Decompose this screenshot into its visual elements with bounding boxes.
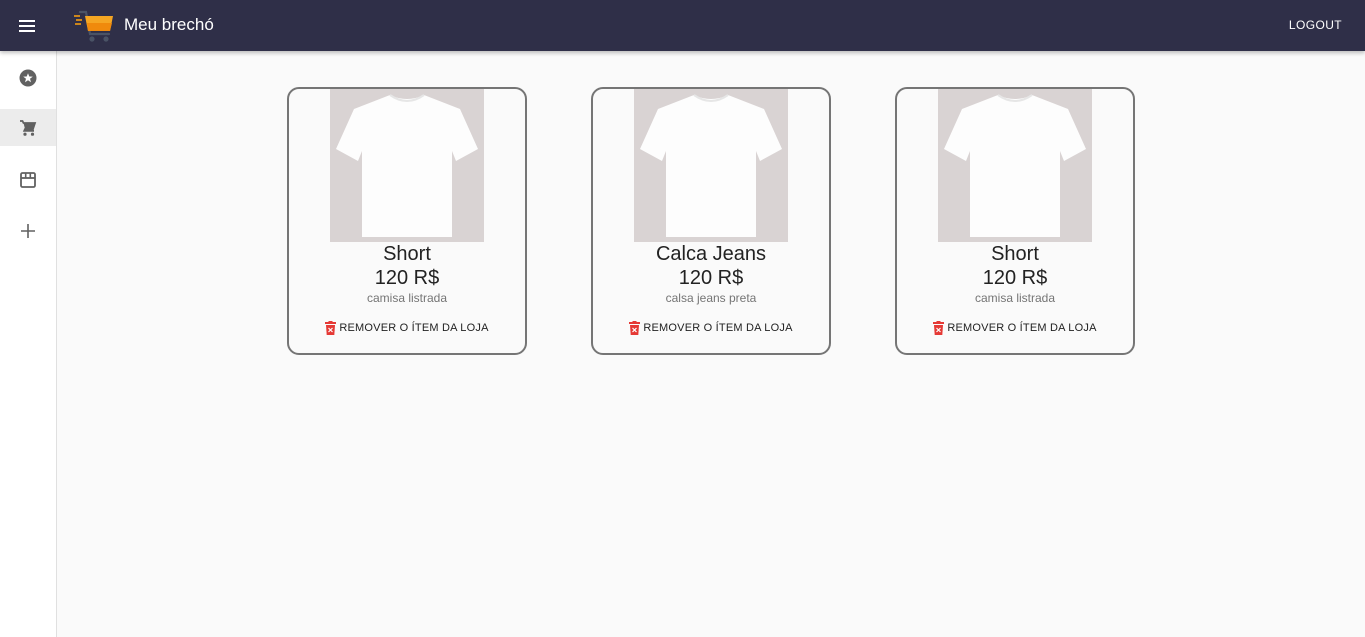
store-icon	[20, 171, 36, 188]
delete-icon	[933, 321, 945, 335]
remove-item-button[interactable]: REMOVER O ÍTEM DA LOJA	[897, 319, 1133, 337]
product-card: Short 120 R$ camisa listrada REMOVER O Í…	[895, 87, 1135, 355]
product-name: Short	[383, 243, 431, 265]
sidebar	[0, 51, 57, 637]
product-price: 120 R$	[678, 267, 744, 289]
remove-item-button[interactable]: REMOVER O ÍTEM DA LOJA	[593, 319, 829, 337]
product-description: camisa listrada	[974, 291, 1056, 305]
product-name: Calca Jeans	[655, 243, 767, 265]
tshirt-image	[944, 94, 1086, 237]
sidebar-item-add[interactable]	[0, 212, 56, 249]
product-description: calsa jeans preta	[665, 291, 757, 305]
remove-item-label: REMOVER O ÍTEM DA LOJA	[643, 322, 793, 334]
sidebar-item-store[interactable]	[0, 161, 56, 198]
delete-icon	[629, 321, 641, 335]
product-card: Short 120 R$ camisa listrada REMOVER O Í…	[287, 87, 527, 355]
product-card: Calca Jeans 120 R$ calsa jeans preta REM…	[591, 87, 831, 355]
product-name: Short	[991, 243, 1039, 265]
star-icon	[19, 69, 37, 86]
app-title: Meu brechó	[124, 15, 214, 34]
product-image	[938, 89, 1092, 242]
app-bar: Meu brechó LOGOUT	[0, 0, 1365, 51]
tshirt-image	[336, 94, 478, 237]
sidebar-item-favorites[interactable]	[0, 59, 56, 96]
menu-icon	[19, 20, 35, 32]
product-image	[634, 89, 788, 242]
menu-button[interactable]	[14, 13, 40, 39]
logout-button[interactable]: LOGOUT	[1289, 18, 1342, 32]
product-image	[330, 89, 484, 242]
plus-icon	[21, 223, 35, 238]
delete-icon	[325, 321, 337, 335]
shopping-cart-logo	[74, 10, 113, 42]
product-description: camisa listrada	[366, 291, 448, 305]
remove-item-button[interactable]: REMOVER O ÍTEM DA LOJA	[289, 319, 525, 337]
remove-item-label: REMOVER O ÍTEM DA LOJA	[947, 322, 1097, 334]
sidebar-item-cart[interactable]	[0, 109, 56, 146]
product-price: 120 R$	[982, 267, 1048, 289]
tshirt-image	[640, 94, 782, 237]
cart-icon	[20, 119, 37, 136]
product-price: 120 R$	[374, 267, 440, 289]
remove-item-label: REMOVER O ÍTEM DA LOJA	[339, 322, 489, 334]
